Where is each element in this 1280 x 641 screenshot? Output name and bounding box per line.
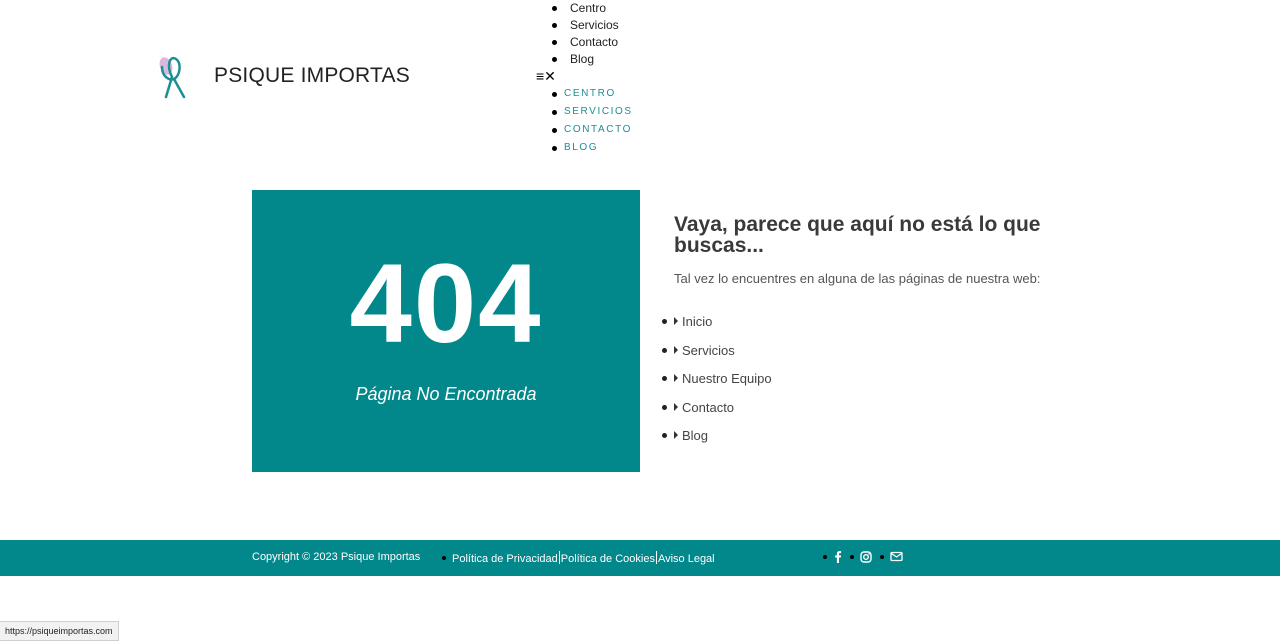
- caret-right-icon: [674, 317, 678, 325]
- nav-item-servicios[interactable]: Servicios: [552, 17, 619, 34]
- mobile-nav-item-contacto[interactable]: CONTACTO: [552, 121, 633, 139]
- mobile-nav: CENTRO SERVICIOS CONTACTO BLOG: [552, 85, 633, 157]
- nav-item-blog[interactable]: Blog: [552, 51, 619, 68]
- bullet: [850, 554, 854, 559]
- facebook-icon[interactable]: [833, 550, 842, 563]
- mobile-nav-item-servicios[interactable]: SERVICIOS: [552, 103, 633, 121]
- suggested-links: Inicio Servicios Nuestro Equipo Contacto…: [662, 311, 772, 454]
- caret-right-icon: [674, 402, 678, 411]
- copyright-text: Copyright © 2023 Psique Importas: [252, 551, 421, 563]
- page-headline: Vaya, parece que aquí no está lo que bus…: [674, 213, 1041, 257]
- caret-right-icon: [674, 431, 678, 440]
- error-panel: 404 Página No Encontrada: [252, 190, 640, 472]
- bullet: [823, 554, 827, 559]
- caret-right-icon: [674, 374, 678, 383]
- link-nuestro-equipo[interactable]: Nuestro Equipo: [662, 368, 772, 397]
- mobile-nav-item-blog[interactable]: BLOG: [552, 139, 633, 157]
- bullet: [880, 554, 884, 559]
- error-subtitle: Página No Encontrada: [355, 384, 537, 404]
- link-servicios[interactable]: Servicios: [662, 340, 772, 369]
- menu-toggle[interactable]: ≡✕: [536, 68, 556, 84]
- privacy-link[interactable]: Política de Privacidad: [452, 553, 558, 565]
- nav-item-centro[interactable]: Centro: [552, 0, 619, 17]
- instagram-icon[interactable]: [860, 550, 872, 563]
- link-contacto[interactable]: Contacto: [662, 397, 772, 426]
- hint-text: Tal vez lo encuentres en alguna de las p…: [674, 271, 1041, 286]
- social-links: [823, 550, 911, 563]
- link-blog[interactable]: Blog: [662, 425, 772, 454]
- footer: Copyright © 2023 Psique Importas Polític…: [0, 540, 1280, 576]
- mobile-nav-item-centro[interactable]: CENTRO: [552, 85, 633, 103]
- bullet: [442, 556, 446, 560]
- caret-right-icon: [674, 345, 678, 354]
- cookies-link[interactable]: Política de Cookies: [561, 553, 655, 565]
- status-bar-url: https://psiqueimportas.com: [0, 621, 119, 641]
- brand-name[interactable]: PSIQUE IMPORTAS: [214, 64, 410, 88]
- divider: [558, 551, 560, 564]
- divider: [655, 551, 657, 564]
- link-inicio[interactable]: Inicio: [662, 311, 772, 340]
- mail-icon[interactable]: [890, 551, 903, 562]
- main-nav: Centro Servicios Contacto Blog: [552, 0, 619, 68]
- legal-notice-link[interactable]: Aviso Legal: [658, 553, 715, 565]
- logo-icon[interactable]: [156, 55, 196, 101]
- close-icon: ✕: [544, 68, 556, 84]
- hamburger-icon: ≡: [536, 68, 545, 84]
- legal-links: Política de Privacidad Política de Cookie…: [442, 551, 715, 565]
- error-code: 404: [349, 241, 543, 366]
- nav-item-contacto[interactable]: Contacto: [552, 34, 619, 51]
